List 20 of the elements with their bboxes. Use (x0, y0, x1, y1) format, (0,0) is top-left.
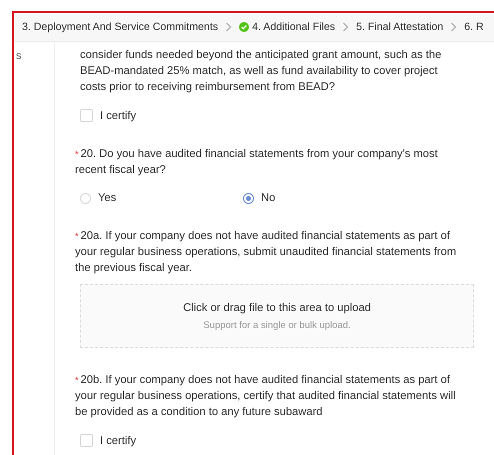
radio-option[interactable]: No (243, 192, 406, 204)
chevron-right-icon (225, 22, 232, 32)
chevron-right-icon (450, 22, 458, 32)
step-tab[interactable]: 5. Final Attestation (356, 21, 444, 33)
step-tab[interactable]: 4. Additional Files (239, 21, 336, 33)
certify-checkbox[interactable]: I certify (80, 109, 476, 122)
step-tab[interactable]: 3. Deployment And Service Commitments (22, 21, 218, 33)
step-tab[interactable]: 6. R (464, 21, 484, 33)
question-text: * 20. Do you have audited financial statements from your company's most recent fiscal year? (75, 147, 439, 178)
question-text: * 20a. If your company does not have audited financial statements as part of your regular business operations, submit unaudited financial statements from the previous fiscal year. (75, 229, 458, 276)
question-text: * 20b. If your company does not have audited financial statements as part of your regular business operations, certify that audited financial statements will be provided as a condition to any future subaward (75, 373, 457, 420)
upload-title: Click or drag file to this area to upload (183, 302, 371, 314)
sidebar-label: s (16, 50, 22, 62)
certify-checkbox[interactable]: I certify (80, 434, 476, 447)
radio-option[interactable]: Yes (80, 192, 243, 204)
chevron-right-icon (342, 22, 350, 32)
question-text: consider funds needed beyond the anticipated grant amount, such as the BEAD-mandated 25% match, as well as fund availability to cover project costs prior to receiving reimbursement from BEAD? (80, 48, 442, 95)
upload-dropzone[interactable]: Click or drag file to this area to upload Support for a single or bulk upload. (80, 284, 474, 348)
upload-hint: Support for a single or bulk upload. (203, 320, 351, 330)
check-circle-icon (239, 22, 250, 32)
